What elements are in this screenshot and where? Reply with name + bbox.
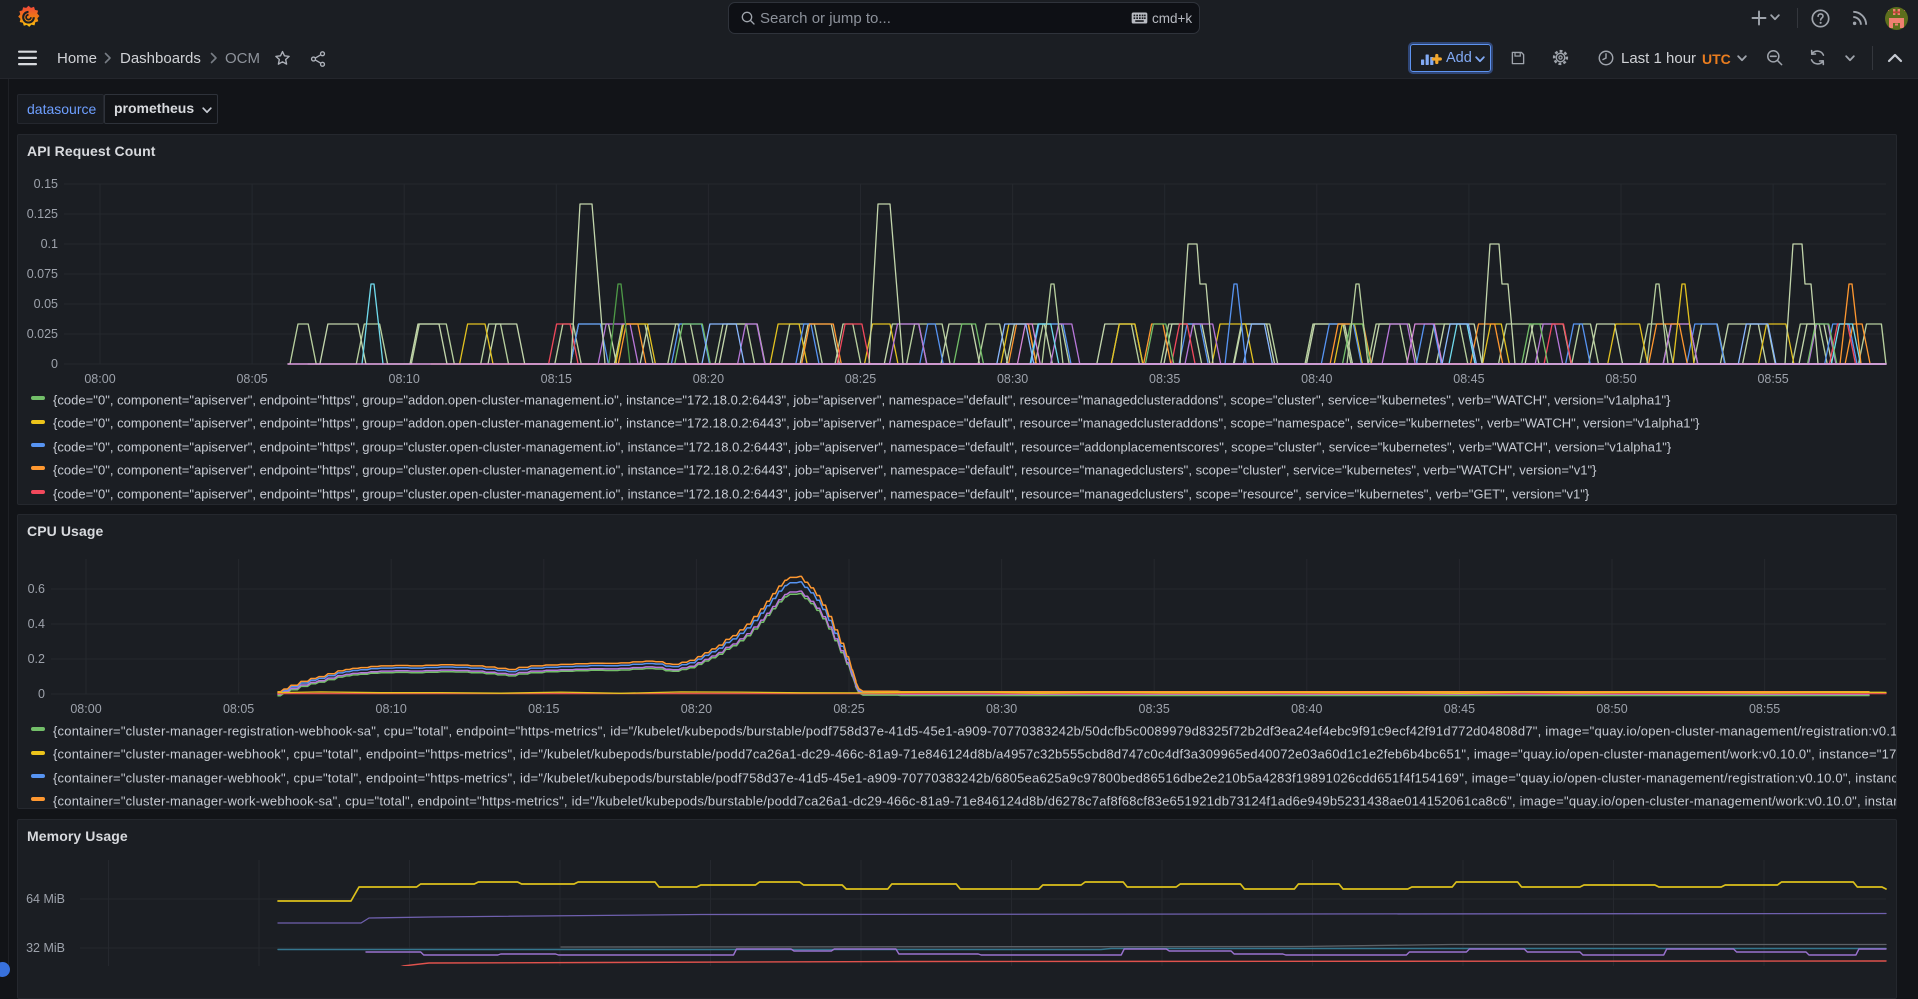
svg-text:08:45: 08:45 <box>1444 702 1475 716</box>
svg-text:08:00: 08:00 <box>70 702 101 716</box>
svg-text:08:10: 08:10 <box>389 372 420 386</box>
svg-text:0.125: 0.125 <box>27 207 58 221</box>
svg-text:08:15: 08:15 <box>541 372 572 386</box>
svg-text:08:30: 08:30 <box>997 372 1028 386</box>
svg-text:08:50: 08:50 <box>1605 372 1636 386</box>
svg-text:08:30: 08:30 <box>986 702 1017 716</box>
svg-text:08:00: 08:00 <box>84 372 115 386</box>
svg-text:08:05: 08:05 <box>236 372 267 386</box>
svg-text:0.075: 0.075 <box>27 267 58 281</box>
svg-text:08:35: 08:35 <box>1139 702 1170 716</box>
svg-text:0.4: 0.4 <box>28 617 45 631</box>
svg-text:0.1: 0.1 <box>41 237 58 251</box>
svg-text:08:20: 08:20 <box>681 702 712 716</box>
svg-text:08:55: 08:55 <box>1749 702 1780 716</box>
svg-text:64 MiB: 64 MiB <box>26 892 65 906</box>
svg-text:08:25: 08:25 <box>845 372 876 386</box>
svg-text:08:55: 08:55 <box>1757 372 1788 386</box>
svg-text:08:40: 08:40 <box>1291 702 1322 716</box>
svg-text:0.15: 0.15 <box>34 177 58 191</box>
svg-text:0: 0 <box>38 687 45 701</box>
svg-text:0.6: 0.6 <box>28 582 45 596</box>
svg-text:0.2: 0.2 <box>28 652 45 666</box>
svg-text:0.05: 0.05 <box>34 297 58 311</box>
svg-text:08:20: 08:20 <box>693 372 724 386</box>
svg-text:08:15: 08:15 <box>528 702 559 716</box>
svg-text:08:40: 08:40 <box>1301 372 1332 386</box>
svg-text:0: 0 <box>51 357 58 371</box>
svg-text:08:35: 08:35 <box>1149 372 1180 386</box>
svg-text:08:10: 08:10 <box>376 702 407 716</box>
svg-text:08:45: 08:45 <box>1453 372 1484 386</box>
svg-text:0.025: 0.025 <box>27 327 58 341</box>
svg-text:08:50: 08:50 <box>1596 702 1627 716</box>
svg-text:32 MiB: 32 MiB <box>26 941 65 955</box>
svg-text:08:05: 08:05 <box>223 702 254 716</box>
svg-text:08:25: 08:25 <box>833 702 864 716</box>
